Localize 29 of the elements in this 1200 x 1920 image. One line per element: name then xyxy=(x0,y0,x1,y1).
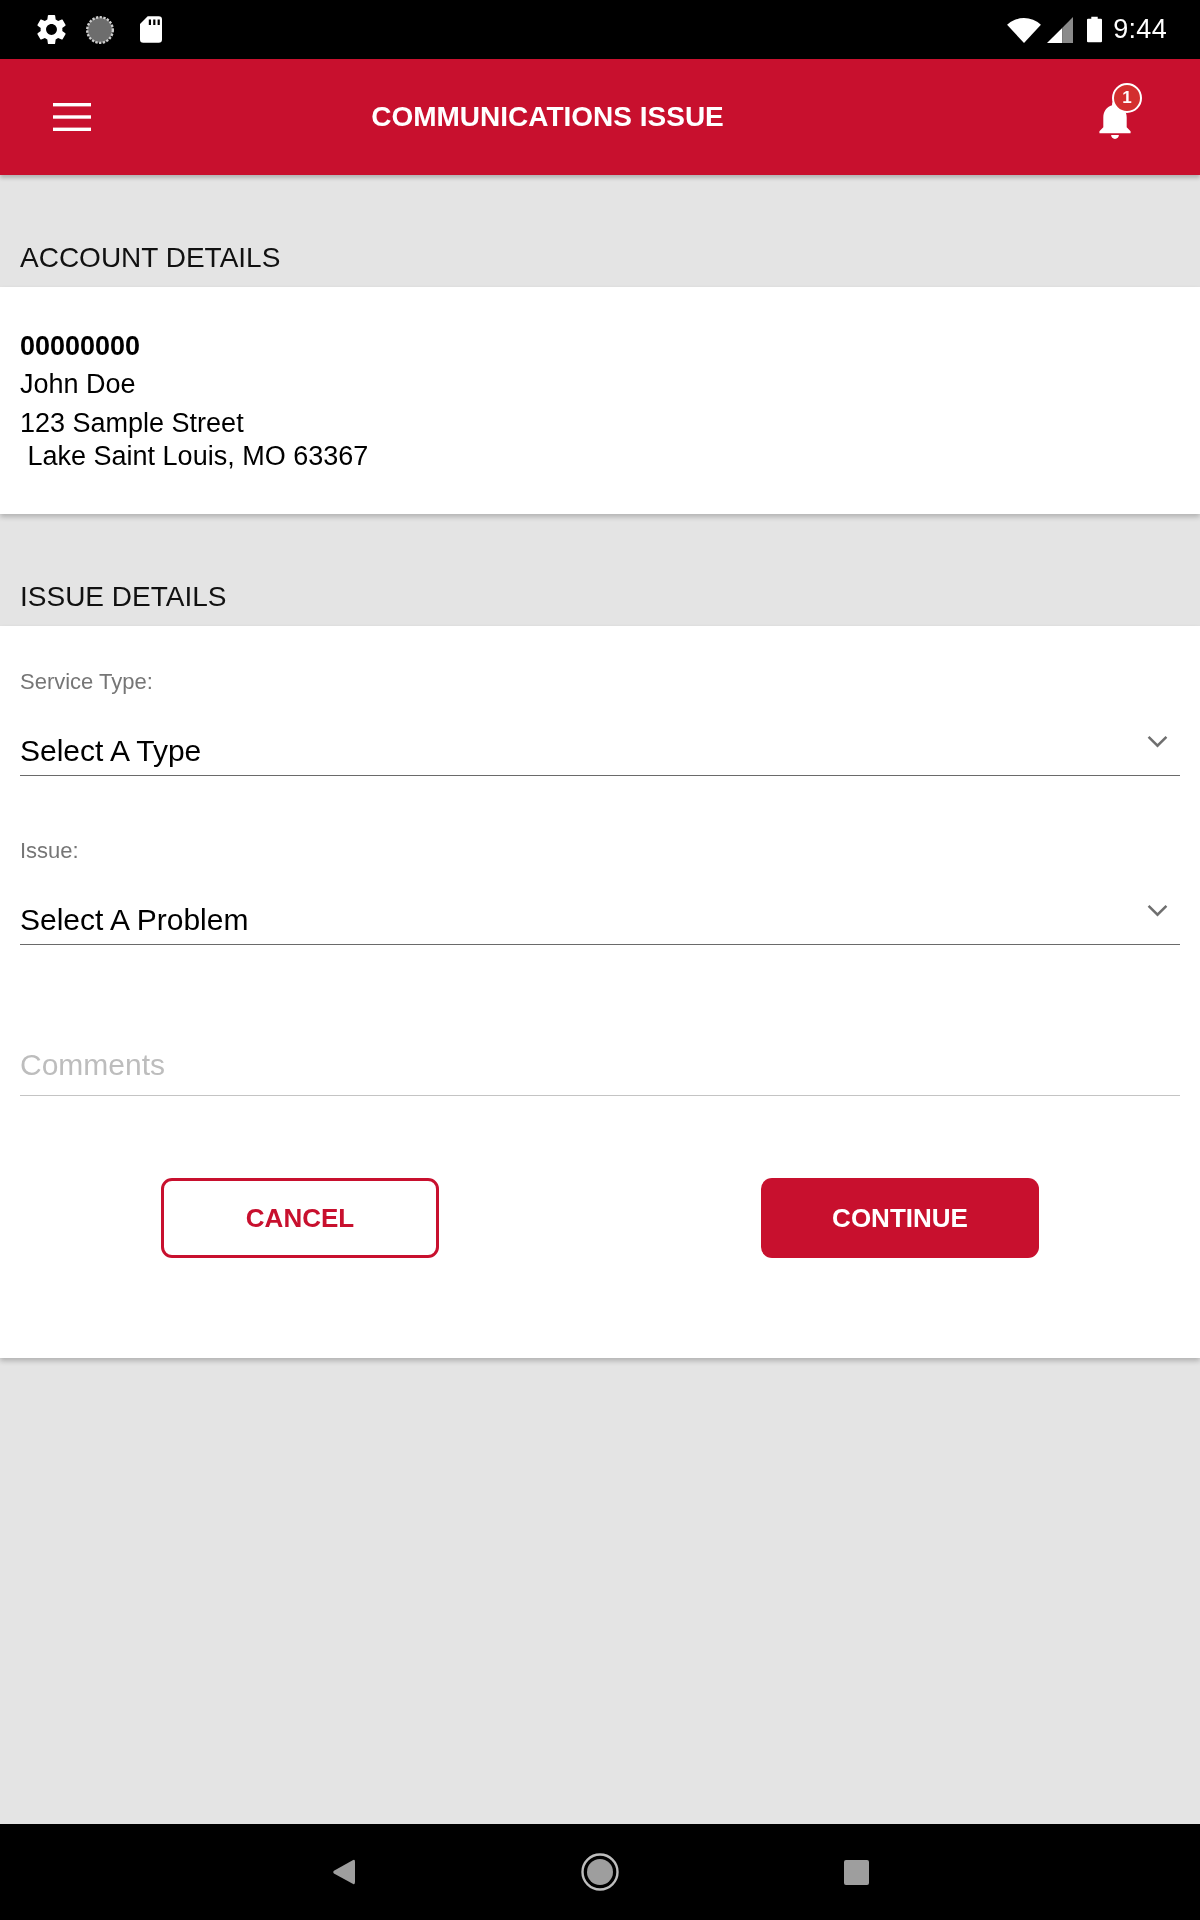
cancel-button[interactable]: CANCEL xyxy=(161,1178,439,1258)
gear-icon xyxy=(37,15,66,44)
wifi-icon xyxy=(1007,16,1042,43)
section-heading: ISSUE DETAILS xyxy=(19,580,228,614)
back-icon[interactable] xyxy=(333,1859,355,1885)
section-heading: ACCOUNT DETAILS xyxy=(19,241,282,275)
dropdown-field[interactable]: Select A Type xyxy=(20,733,1180,776)
chevron-down-icon xyxy=(1147,904,1168,917)
battery-icon xyxy=(1087,16,1103,43)
home-icon[interactable] xyxy=(581,1853,619,1891)
menu-icon[interactable] xyxy=(53,103,91,131)
notification-badge: 1 xyxy=(1112,83,1142,113)
chevron-down-icon xyxy=(1147,735,1168,748)
field-label: Issue: xyxy=(20,837,80,865)
address-line: 123 Sample Street xyxy=(20,407,245,440)
comments-field[interactable]: Comments xyxy=(20,1047,1180,1096)
bell-icon[interactable] xyxy=(1099,101,1131,139)
continue-button[interactable]: CONTINUE xyxy=(761,1178,1039,1258)
dropdown-field[interactable]: Select A Problem xyxy=(20,902,1180,945)
customer-name: John Doe xyxy=(20,368,137,401)
signal-icon xyxy=(1047,16,1074,43)
account-number: 00000000 xyxy=(20,330,142,363)
status-time: 9:44 xyxy=(1113,14,1167,45)
screen-title: COMMUNICATIONS ISSUE xyxy=(370,101,725,133)
recent-apps-icon[interactable] xyxy=(843,1859,869,1885)
dial-icon xyxy=(86,15,114,44)
address-line: Lake Saint Louis, MO 63367 xyxy=(26,440,370,473)
sd-card-icon xyxy=(140,16,162,43)
field-label: Service Type: xyxy=(20,668,154,696)
